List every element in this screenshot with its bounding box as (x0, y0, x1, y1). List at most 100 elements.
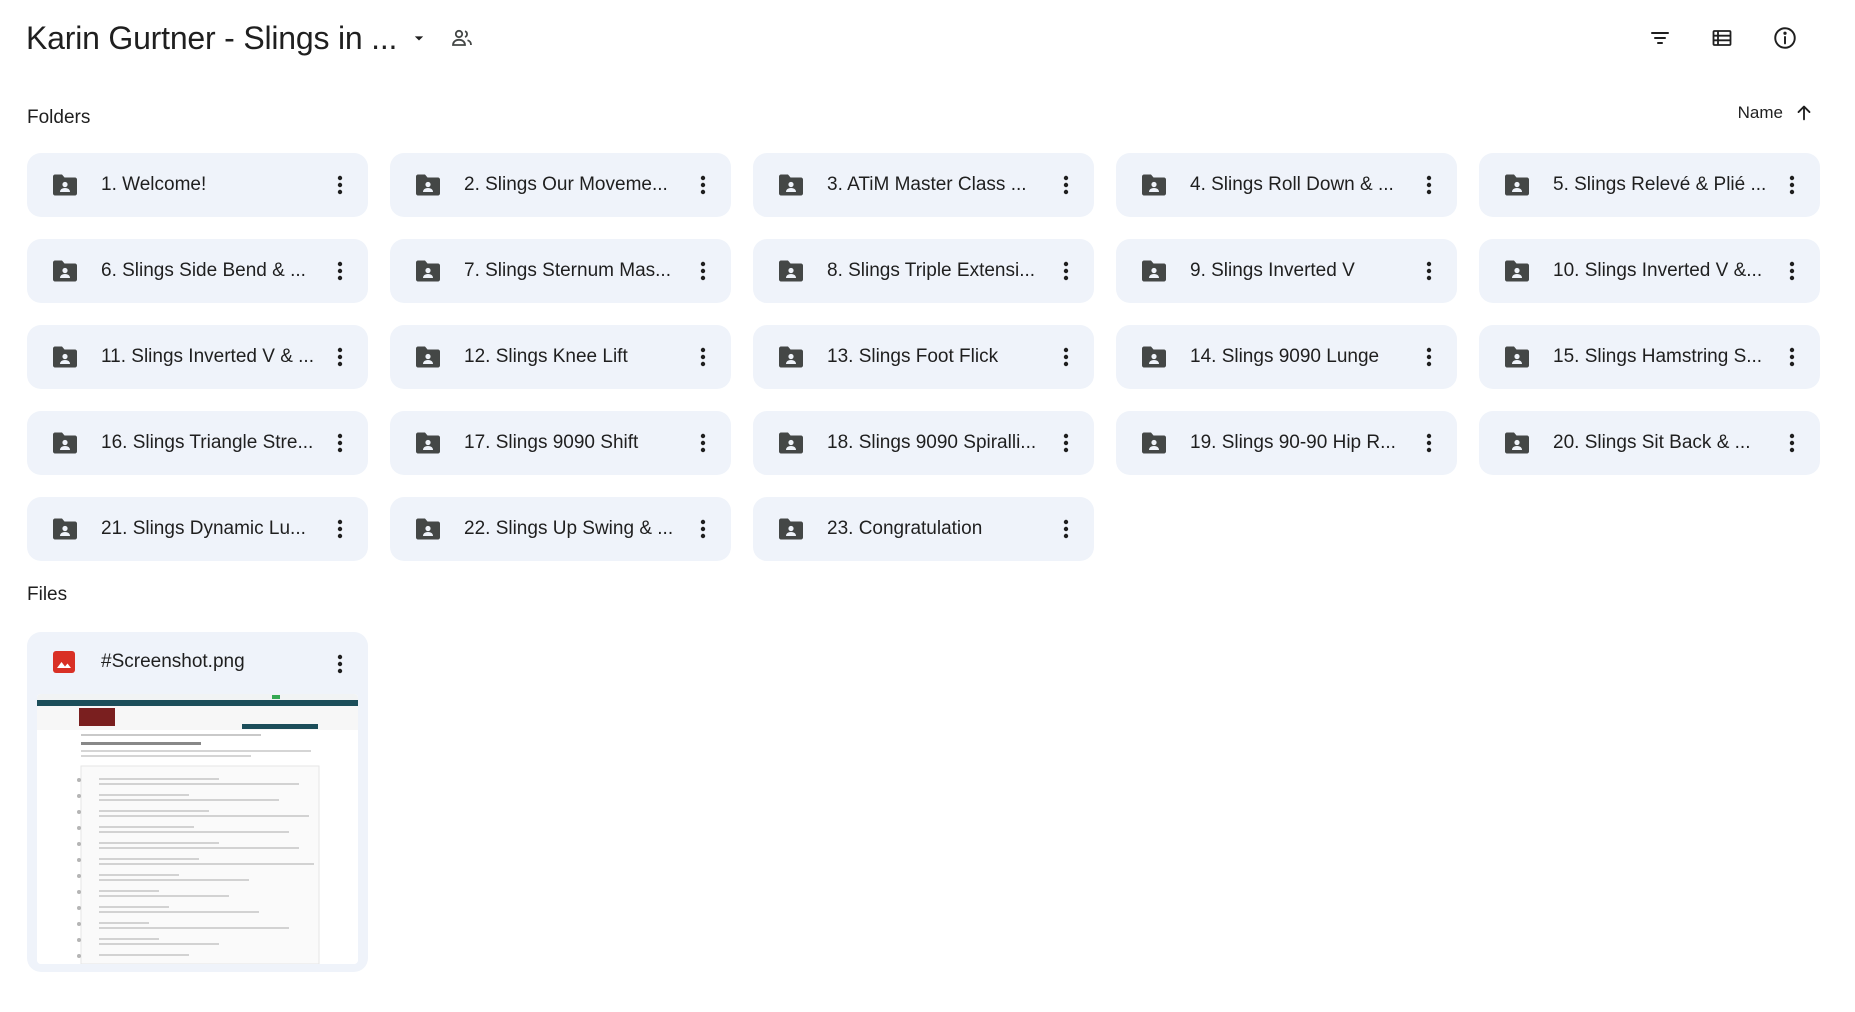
folder-card-21[interactable]: 21. Slings Dynamic Lu... (27, 497, 368, 561)
image-icon (53, 651, 75, 673)
shared-folder-icon (414, 173, 442, 197)
list-view-icon[interactable] (1702, 18, 1742, 58)
file-card[interactable]: #Screenshot.png (27, 632, 368, 972)
folder-name: 22. Slings Up Swing & ... (464, 518, 674, 539)
page-title: Karin Gurtner - Slings in ... (26, 19, 398, 56)
folder-card-11[interactable]: 11. Slings Inverted V & ... (27, 325, 368, 389)
more-options-icon[interactable] (1046, 251, 1086, 291)
more-options-icon[interactable] (683, 337, 723, 377)
more-options-icon[interactable] (1409, 337, 1449, 377)
folder-name: 15. Slings Hamstring S... (1553, 346, 1763, 367)
folder-card-13[interactable]: 13. Slings Foot Flick (753, 325, 1094, 389)
shared-folder-icon (1140, 173, 1168, 197)
shared-folder-icon (777, 431, 805, 455)
folder-title-menu[interactable]: Karin Gurtner - Slings in ... (26, 14, 445, 62)
folder-card-6[interactable]: 6. Slings Side Bend & ... (27, 239, 368, 303)
folder-card-4[interactable]: 4. Slings Roll Down & ... (1116, 153, 1457, 217)
more-options-icon[interactable] (320, 509, 360, 549)
filter-icon[interactable] (1640, 18, 1680, 58)
folder-card-9[interactable]: 9. Slings Inverted V (1116, 239, 1457, 303)
folder-card-5[interactable]: 5. Slings Relevé & Plié ... (1479, 153, 1820, 217)
folder-name: 9. Slings Inverted V (1190, 260, 1355, 281)
more-options-icon[interactable] (320, 423, 360, 463)
shared-folder-icon (414, 517, 442, 541)
folder-card-20[interactable]: 20. Slings Sit Back & ... (1479, 411, 1820, 475)
folder-name: 8. Slings Triple Extensi... (827, 260, 1036, 281)
shared-folder-icon (51, 517, 79, 541)
folder-name: 12. Slings Knee Lift (464, 346, 628, 367)
sort-by-name-button[interactable]: Name (1738, 96, 1815, 130)
folder-name: 23. Congratulation (827, 518, 983, 539)
folder-name: 20. Slings Sit Back & ... (1553, 432, 1751, 453)
folder-card-7[interactable]: 7. Slings Sternum Mas... (390, 239, 731, 303)
shared-folder-icon (1503, 259, 1531, 283)
file-thumbnail (37, 694, 358, 964)
shared-folder-icon (1140, 431, 1168, 455)
shared-folder-icon (51, 345, 79, 369)
shared-folder-icon (414, 431, 442, 455)
more-options-icon[interactable] (1772, 251, 1812, 291)
more-options-icon[interactable] (1772, 423, 1812, 463)
folder-card-17[interactable]: 17. Slings 9090 Shift (390, 411, 731, 475)
shared-folder-icon (51, 259, 79, 283)
more-options-icon[interactable] (1046, 337, 1086, 377)
folder-name: 10. Slings Inverted V &... (1553, 260, 1763, 281)
folder-name: 5. Slings Relevé & Plié ... (1553, 174, 1767, 195)
folder-card-12[interactable]: 12. Slings Knee Lift (390, 325, 731, 389)
file-name: #Screenshot.png (101, 651, 245, 672)
more-options-icon[interactable] (1772, 165, 1812, 205)
caret-down-icon (399, 18, 439, 58)
more-options-icon[interactable] (1409, 251, 1449, 291)
folder-card-18[interactable]: 18. Slings 9090 Spiralli... (753, 411, 1094, 475)
folder-card-15[interactable]: 15. Slings Hamstring S... (1479, 325, 1820, 389)
folder-name: 19. Slings 90-90 Hip R... (1190, 432, 1396, 453)
folder-card-2[interactable]: 2. Slings Our Moveme... (390, 153, 731, 217)
more-options-icon[interactable] (683, 423, 723, 463)
folders-section-label: Folders (27, 107, 91, 128)
more-options-icon[interactable] (1409, 423, 1449, 463)
drive-folder-view: Karin Gurtner - Slings in ... Folders Na… (0, 0, 1855, 1012)
more-options-icon[interactable] (683, 165, 723, 205)
more-options-icon[interactable] (320, 251, 360, 291)
more-options-icon[interactable] (320, 644, 360, 684)
more-options-icon[interactable] (1409, 165, 1449, 205)
more-options-icon[interactable] (683, 509, 723, 549)
folder-name: 17. Slings 9090 Shift (464, 432, 639, 453)
folder-card-22[interactable]: 22. Slings Up Swing & ... (390, 497, 731, 561)
folder-name: 3. ATiM Master Class ... (827, 174, 1027, 195)
more-options-icon[interactable] (1772, 337, 1812, 377)
folder-name: 14. Slings 9090 Lunge (1190, 346, 1380, 367)
folder-name: 18. Slings 9090 Spiralli... (827, 432, 1037, 453)
shared-folder-icon (414, 259, 442, 283)
more-options-icon[interactable] (1046, 509, 1086, 549)
more-options-icon[interactable] (320, 165, 360, 205)
folder-card-1[interactable]: 1. Welcome! (27, 153, 368, 217)
folder-card-16[interactable]: 16. Slings Triangle Stre... (27, 411, 368, 475)
shared-folder-icon (777, 259, 805, 283)
shared-folder-icon (1503, 173, 1531, 197)
folder-name: 4. Slings Roll Down & ... (1190, 174, 1394, 195)
header: Karin Gurtner - Slings in ... (0, 0, 1855, 76)
folder-card-23[interactable]: 23. Congratulation (753, 497, 1094, 561)
folder-card-8[interactable]: 8. Slings Triple Extensi... (753, 239, 1094, 303)
folder-card-10[interactable]: 10. Slings Inverted V &... (1479, 239, 1820, 303)
more-options-icon[interactable] (320, 337, 360, 377)
shared-users-icon[interactable] (442, 18, 482, 58)
arrow-up-icon (1797, 105, 1811, 121)
info-icon[interactable] (1765, 18, 1805, 58)
shared-folder-icon (1503, 345, 1531, 369)
shared-folder-icon (777, 173, 805, 197)
shared-folder-icon (1140, 259, 1168, 283)
shared-folder-icon (51, 173, 79, 197)
more-options-icon[interactable] (1046, 165, 1086, 205)
files-section-label: Files (27, 584, 68, 605)
folder-card-14[interactable]: 14. Slings 9090 Lunge (1116, 325, 1457, 389)
folder-card-19[interactable]: 19. Slings 90-90 Hip R... (1116, 411, 1457, 475)
shared-folder-icon (51, 431, 79, 455)
more-options-icon[interactable] (683, 251, 723, 291)
file-card-header: #Screenshot.png (27, 632, 368, 694)
more-options-icon[interactable] (1046, 423, 1086, 463)
folder-grid: 1. Welcome! 2. Slings Our Moveme... 3. A… (27, 153, 1820, 561)
folder-name: 2. Slings Our Moveme... (464, 174, 668, 195)
folder-card-3[interactable]: 3. ATiM Master Class ... (753, 153, 1094, 217)
